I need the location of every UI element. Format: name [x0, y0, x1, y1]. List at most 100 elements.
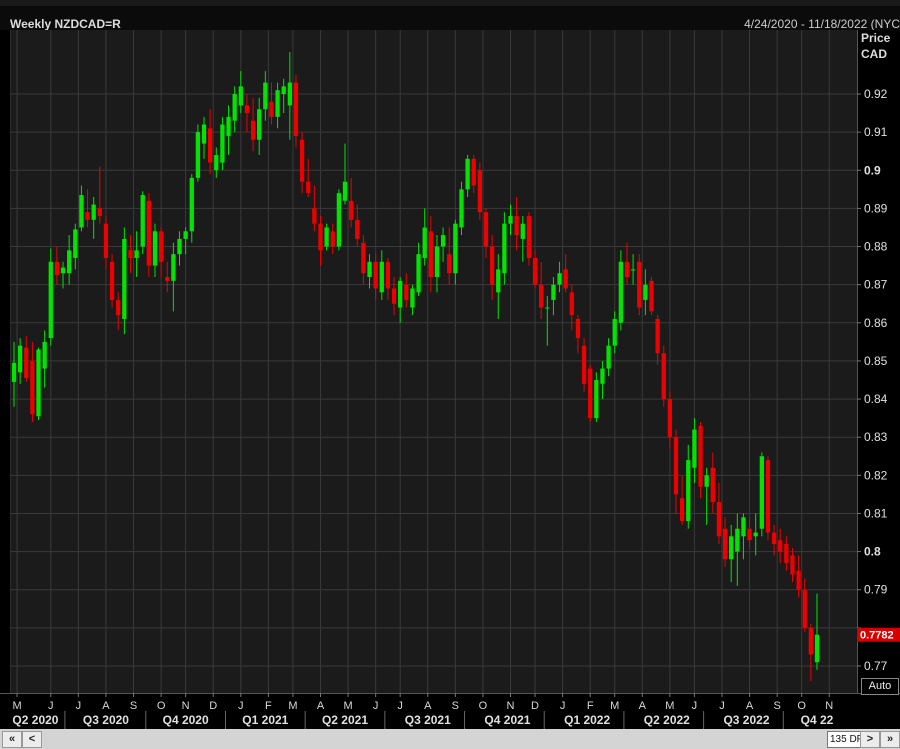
candle-body	[489, 246, 495, 285]
candle-body	[348, 200, 354, 220]
candle-body	[618, 261, 623, 323]
candle-body	[214, 155, 219, 171]
candle-body	[575, 318, 581, 339]
candle-body	[404, 284, 409, 300]
x-month-label: O	[479, 700, 488, 712]
candle-body	[692, 429, 697, 468]
scrollbar[interactable]: « < 135 DP > »	[0, 729, 900, 749]
candle-body	[765, 460, 771, 533]
candle-body	[545, 307, 550, 309]
candle-body	[686, 460, 691, 522]
x-month-label: S	[452, 700, 459, 712]
candle-body	[220, 124, 225, 163]
x-month-label: J	[719, 700, 725, 712]
x-month-label: J	[76, 700, 82, 712]
y-tick-label: 0.86	[864, 316, 888, 330]
x-month-label: J	[238, 700, 244, 712]
candle-body	[189, 177, 194, 232]
candle-body	[171, 254, 176, 281]
candle-body	[606, 345, 611, 369]
candle-body	[134, 250, 139, 258]
x-month-label: S	[773, 700, 780, 712]
x-month-label: J	[373, 700, 379, 712]
candle-body	[459, 189, 464, 228]
candle-body	[612, 318, 617, 346]
candle-body	[398, 280, 403, 308]
candle-body	[177, 238, 182, 255]
candle-body	[539, 284, 544, 308]
candle-body	[600, 368, 605, 384]
candle-body	[753, 532, 758, 537]
x-month-label: O	[157, 700, 166, 712]
candle-body	[410, 288, 415, 308]
y-tick-label: 0.83	[864, 430, 888, 444]
scroll-right-button[interactable]: >	[860, 731, 880, 748]
candle-body	[526, 216, 532, 258]
candle-body	[391, 288, 397, 304]
x-month-label: A	[102, 700, 110, 712]
x-month-label: N	[182, 700, 190, 712]
auto-scale-button[interactable]: Auto	[861, 678, 899, 695]
candle-body	[563, 269, 568, 289]
y-tick-label: 0.81	[864, 506, 888, 520]
candle-body	[36, 349, 41, 417]
candle-body	[508, 216, 513, 224]
x-month-label: F	[587, 700, 594, 712]
candle-body	[232, 94, 237, 121]
candle-body	[385, 261, 391, 289]
candle-body	[195, 132, 201, 178]
candle-body	[808, 627, 814, 655]
x-month-label: N	[825, 700, 833, 712]
candle-body	[257, 109, 262, 140]
candle-body	[778, 540, 783, 552]
candle-body	[502, 223, 507, 274]
scroll-left-button[interactable]: <	[22, 731, 42, 748]
candlestick-chart: 0.77 0.79 0.8 0.81 0.82 0.83 0.84 0.85 0.86 0.87 0…	[10, 30, 900, 729]
y-tick-label: 0.9	[864, 163, 881, 177]
x-quarter-label: Q2 2021	[322, 713, 368, 727]
x-month-label: S	[130, 700, 137, 712]
candle-body	[361, 242, 366, 274]
candle-body	[324, 227, 329, 247]
scroll-first-button[interactable]: «	[2, 731, 22, 748]
candle-body	[306, 181, 311, 194]
candle-body	[471, 158, 476, 186]
candle-body	[367, 261, 372, 278]
candle-body	[287, 82, 292, 106]
candle-body	[771, 532, 777, 544]
candle-body	[60, 267, 66, 274]
candle-body	[208, 128, 213, 163]
candle-body	[722, 528, 728, 560]
y-tick-label: 0.77	[864, 659, 888, 673]
x-month-label: J	[48, 700, 54, 712]
candle-body	[784, 543, 789, 564]
candle-body	[42, 341, 47, 369]
candle-body	[158, 231, 164, 262]
candle-body	[453, 223, 458, 274]
candle-body	[122, 238, 127, 319]
y-tick-label: 0.84	[864, 392, 888, 406]
candle-body	[379, 261, 384, 293]
scroll-last-button[interactable]: »	[880, 731, 900, 748]
candle-body	[557, 273, 562, 285]
x-quarter-label: Q3 2020	[83, 713, 129, 727]
candle-body	[24, 347, 29, 379]
candle-body	[716, 502, 722, 537]
candle-body	[759, 456, 764, 529]
candle-body	[244, 105, 250, 114]
y-tick-label: 0.79	[864, 583, 888, 597]
candle-body	[116, 299, 121, 316]
candle-body	[238, 86, 243, 106]
candle-body	[551, 284, 556, 300]
candle-body	[250, 120, 256, 140]
candle-body	[79, 195, 84, 228]
candle-body	[735, 528, 740, 552]
candle-body	[312, 208, 317, 224]
candle-body	[17, 345, 23, 373]
candle-body	[465, 158, 470, 190]
candle-body	[802, 589, 807, 628]
candle-body	[440, 235, 446, 247]
candle-body	[667, 399, 673, 438]
candle-body	[355, 219, 360, 239]
candle-body	[814, 634, 820, 663]
